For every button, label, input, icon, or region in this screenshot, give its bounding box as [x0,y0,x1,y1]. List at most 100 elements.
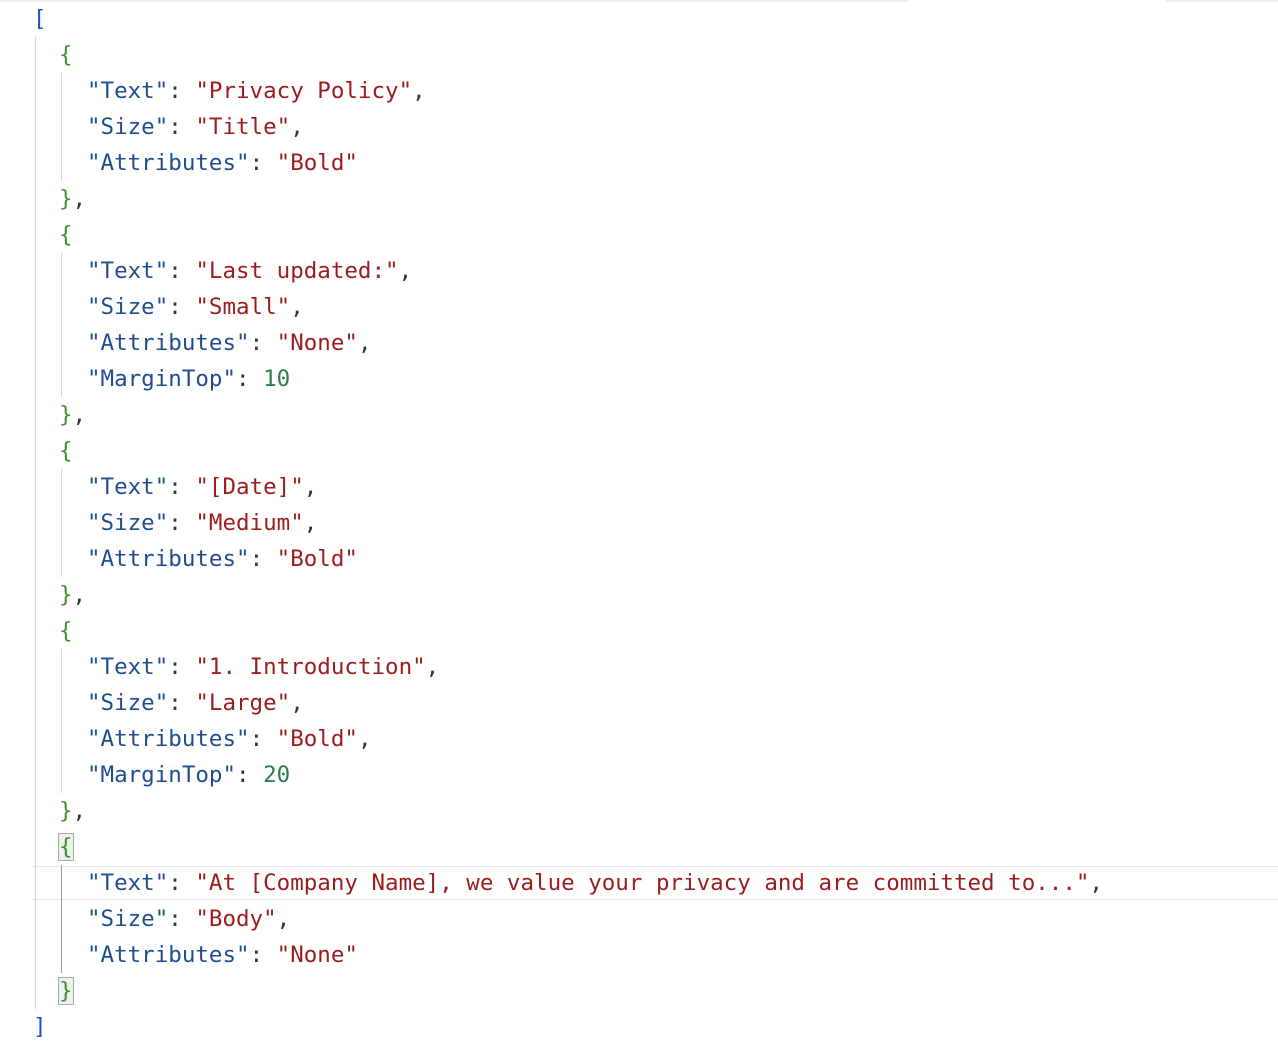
json-key: "Size" [87,690,169,716]
open-brace: { [59,438,73,464]
json-key: "Attributes" [87,546,250,572]
indent-guide [61,469,62,577]
json-field-line[interactable]: "Text": "1. Introduction", [87,649,439,685]
object-open-line[interactable]: { [59,613,73,649]
json-field-line[interactable]: "MarginTop": 20 [87,757,290,793]
colon: : [168,78,196,104]
indent-guide [61,253,62,397]
colon: : [168,114,196,140]
json-field-line[interactable]: "Text": "Privacy Policy", [87,73,426,109]
close-array-line[interactable]: ] [33,1009,47,1045]
json-key: "Attributes" [87,150,250,176]
editor-top-border [0,0,908,2]
indent-guide [61,73,62,181]
comma: , [425,654,440,680]
close-brace: } [59,402,73,428]
comma: , [72,402,87,428]
colon: : [168,906,196,932]
json-key: "Text" [87,78,169,104]
json-value: "Large" [195,690,291,716]
colon: : [236,762,264,788]
json-field-line[interactable]: "Attributes": "Bold" [87,145,358,181]
json-value: "1. Introduction" [195,654,426,680]
open-brace: { [59,618,73,644]
comma: , [72,582,87,608]
colon: : [168,654,196,680]
object-open-line[interactable]: { [59,217,73,253]
json-key: "Size" [87,114,169,140]
object-close-line[interactable]: }, [59,577,86,613]
colon: : [168,294,196,320]
json-key: "Size" [87,906,169,932]
json-key: "Size" [87,510,169,536]
json-field-line[interactable]: "Size": "Large", [87,685,304,721]
comma: , [303,474,318,500]
json-field-line[interactable]: "Text": "At [Company Name], we value you… [87,865,1103,901]
json-field-line[interactable]: "Text": "[Date]", [87,469,317,505]
json-field-line[interactable]: "Attributes": "Bold" [87,541,358,577]
colon: : [168,870,196,896]
open-brace: { [59,222,73,248]
json-key: "MarginTop" [87,366,237,392]
code-editor[interactable]: [{"Text": "Privacy Policy", "Size": "Titl… [0,0,1278,1048]
colon: : [249,150,277,176]
indent-guide [61,865,62,973]
json-field-line[interactable]: "Attributes": "None", [87,325,371,361]
indent-guide [61,649,62,793]
colon: : [249,726,277,752]
comma: , [1089,870,1103,896]
json-field-line[interactable]: "Size": "Medium", [87,505,317,541]
object-close-line[interactable]: }, [59,793,86,829]
json-field-line[interactable]: "MarginTop": 10 [87,361,290,397]
json-key: "Text" [87,258,169,284]
json-value: "Body" [195,906,277,932]
object-open-line[interactable]: { [59,433,73,469]
colon: : [249,942,277,968]
indent-guide-outer [35,37,36,1009]
colon: : [168,474,196,500]
comma: , [276,906,291,932]
colon: : [168,258,196,284]
open-brace: { [58,833,74,861]
json-key: "Attributes" [87,330,250,356]
json-key: "Attributes" [87,942,250,968]
json-field-line[interactable]: "Attributes": "Bold", [87,721,371,757]
json-value: "Last updated:" [195,258,399,284]
colon: : [249,546,277,572]
json-field-line[interactable]: "Size": "Body", [87,901,290,937]
comma: , [357,726,372,752]
colon: : [168,510,196,536]
json-key: "Text" [87,654,169,680]
comma: , [72,186,87,212]
json-value: "Title" [195,114,291,140]
comma: , [412,78,426,104]
json-value: "Bold" [276,726,358,752]
object-close-line[interactable]: } [58,973,74,1009]
json-value: "None" [276,330,358,356]
close-brace: } [58,977,74,1005]
colon: : [236,366,264,392]
json-field-line[interactable]: "Size": "Small", [87,289,304,325]
close-brace: } [59,582,73,608]
comma: , [398,258,413,284]
object-open-line[interactable]: { [59,37,73,73]
object-close-line[interactable]: }, [59,181,86,217]
comma: , [303,510,318,536]
json-value: "None" [276,942,358,968]
json-value: 20 [263,762,291,788]
open-array-line[interactable]: [ [33,1,47,37]
json-key: "MarginTop" [87,762,237,788]
comma: , [357,330,372,356]
json-value: "Bold" [276,150,358,176]
json-field-line[interactable]: "Size": "Title", [87,109,304,145]
json-field-line[interactable]: "Text": "Last updated:", [87,253,412,289]
json-field-line[interactable]: "Attributes": "None" [87,937,358,973]
json-value: "Small" [195,294,291,320]
object-close-line[interactable]: }, [59,397,86,433]
json-value: "[Date]" [195,474,304,500]
json-key: "Text" [87,870,169,896]
json-value: 10 [263,366,291,392]
object-open-line[interactable]: { [58,829,74,865]
json-value: "Bold" [276,546,358,572]
comma: , [290,114,304,140]
